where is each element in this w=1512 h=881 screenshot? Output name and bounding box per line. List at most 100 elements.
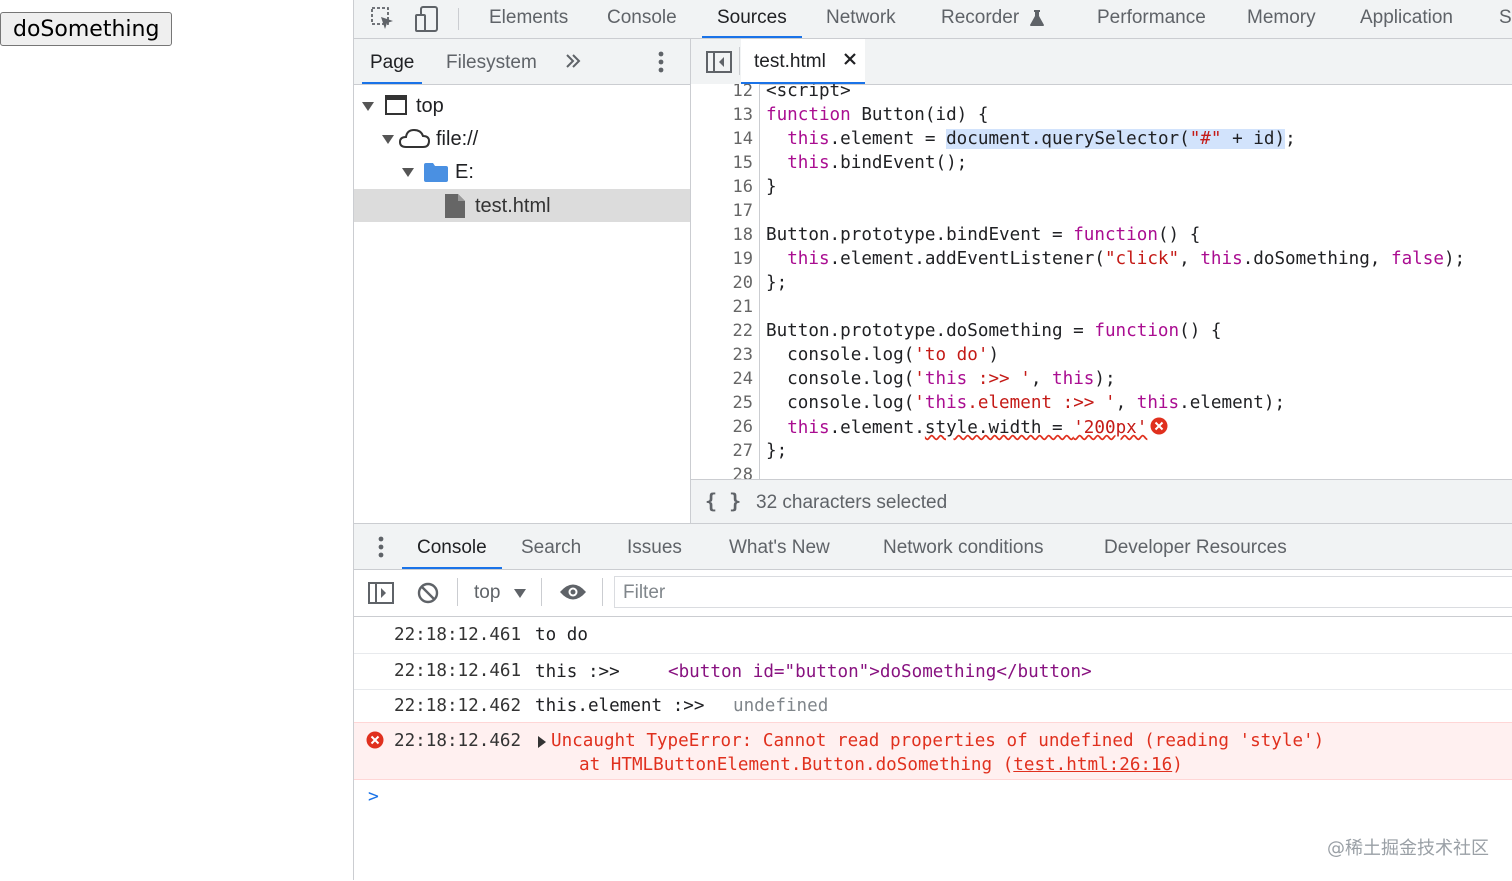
line-number[interactable]: 25 [733, 393, 753, 413]
tab-recorder[interactable]: Recorder [941, 0, 1019, 38]
folder-icon [424, 163, 448, 188]
code-lines[interactable]: <script> function Button(id) { this.eleme… [766, 84, 1512, 479]
toggle-navigator-icon[interactable] [706, 51, 732, 78]
tab-memory[interactable]: Memory [1247, 0, 1316, 38]
tab-network[interactable]: Network [826, 0, 896, 38]
tab-performance[interactable]: Performance [1097, 0, 1206, 38]
clear-console-icon[interactable] [417, 582, 439, 609]
code-line: function Button(id) { [766, 105, 989, 125]
expand-arrow-icon[interactable] [402, 168, 414, 177]
drawer-tab-issues[interactable]: Issues [627, 524, 682, 569]
tree-item-label: top [416, 95, 444, 117]
line-number[interactable]: 18 [733, 225, 753, 245]
more-options-icon[interactable] [658, 51, 664, 78]
line-number[interactable]: 17 [733, 201, 753, 221]
flask-icon [1029, 9, 1045, 32]
code-line: this.bindEvent(); [787, 153, 968, 173]
line-number[interactable]: 23 [733, 345, 753, 365]
code-editor: test.html 12 13 14 15 16 17 18 19 20 21 22 23 24 25 26… [691, 39, 1512, 524]
line-number-gutter: 12 13 14 15 16 17 18 19 20 21 22 23 24 25 26 27 28 [691, 84, 760, 479]
devtools-panel: Elements Console Sources Network Recorde… [353, 0, 1512, 881]
code-line: }; [766, 441, 788, 461]
line-number[interactable]: 15 [733, 153, 753, 173]
eye-icon[interactable] [559, 583, 587, 606]
toggle-sidebar-icon[interactable] [368, 582, 394, 609]
message-timestamp: 22:18:12.461 [394, 661, 522, 681]
separator [541, 578, 542, 606]
tab-sources[interactable]: Sources [702, 0, 802, 38]
more-tabs-icon[interactable] [564, 52, 582, 75]
line-number[interactable]: 21 [733, 297, 753, 317]
drawer-menu-icon[interactable] [378, 536, 384, 563]
tab-security[interactable]: Se [1499, 0, 1512, 38]
drawer-tab-bar: Console Search Issues What's New Network… [354, 524, 1512, 570]
inspect-element-icon[interactable] [370, 6, 396, 37]
stack-prefix: at HTMLButtonElement.Button.doSomething … [579, 755, 1014, 775]
message-text: this :>> [535, 662, 620, 682]
expand-arrow-icon[interactable] [382, 135, 394, 144]
do-something-button[interactable]: doSomething [0, 12, 173, 46]
device-toolbar-icon[interactable] [414, 5, 440, 38]
line-number[interactable]: 24 [733, 369, 753, 389]
drawer-tab-developer-resources[interactable]: Developer Resources [1104, 524, 1287, 569]
code-line: this.element.addEventListener("click", t… [787, 249, 1466, 269]
console-message: 22:18:12.462 this.element :>> undefined [354, 690, 1512, 723]
line-number[interactable]: 14 [733, 129, 753, 149]
code-line: Button.prototype.bindEvent = function() … [766, 225, 1201, 245]
tree-item-label: E: [455, 161, 474, 183]
tree-item-top[interactable]: top [354, 90, 690, 123]
code-line: } [766, 177, 777, 197]
line-number[interactable]: 22 [733, 321, 753, 341]
tab-console[interactable]: Console [607, 0, 677, 38]
console-message: 22:18:12.461 to do [354, 617, 1512, 654]
message-text: to do [535, 625, 588, 645]
line-number[interactable]: 13 [733, 105, 753, 125]
message-timestamp: 22:18:12.462 [394, 696, 522, 716]
file-icon [445, 194, 465, 224]
error-stack: at HTMLButtonElement.Button.doSomething … [579, 755, 1183, 775]
cloud-icon [398, 128, 431, 155]
code-line: console.log('this :>> ', this); [766, 369, 1116, 389]
console-drawer: Console Search Issues What's New Network… [354, 523, 1512, 881]
expand-arrow-icon[interactable] [362, 102, 374, 111]
console-message: 22:18:12.461 this :>> <button id="button… [354, 654, 1512, 690]
console-prompt[interactable]: > [368, 786, 379, 807]
line-number[interactable]: 28 [733, 465, 753, 479]
tab-elements[interactable]: Elements [489, 0, 568, 38]
main-tab-bar: Elements Console Sources Network Recorde… [354, 0, 1512, 39]
editor-tab-bar: test.html [691, 39, 1512, 85]
separator [739, 47, 740, 75]
tree-item-file[interactable]: test.html [354, 189, 690, 222]
error-text: Uncaught TypeError: Cannot read properti… [551, 731, 1325, 751]
tab-page[interactable]: Page [362, 39, 423, 84]
expand-arrow-icon[interactable] [538, 736, 546, 748]
line-number[interactable]: 20 [733, 273, 753, 293]
separator [457, 578, 458, 606]
error-icon[interactable] [1150, 417, 1168, 438]
watermark: @稀土掘金技术社区 [1327, 838, 1489, 859]
line-number[interactable]: 19 [733, 249, 753, 269]
separator [458, 8, 459, 30]
drawer-tab-whats-new[interactable]: What's New [729, 524, 830, 569]
pretty-print-icon[interactable]: { } [705, 489, 741, 513]
drawer-tab-network-conditions[interactable]: Network conditions [883, 524, 1044, 569]
tree-item-origin[interactable]: file:// [354, 123, 690, 156]
line-number[interactable]: 27 [733, 441, 753, 461]
drawer-tab-console[interactable]: Console [402, 524, 502, 569]
console-error-message: 22:18:12.462 Uncaught TypeError: Cannot … [354, 722, 1512, 780]
tab-application[interactable]: Application [1360, 0, 1453, 38]
close-icon[interactable] [843, 52, 857, 71]
line-number[interactable]: 16 [733, 177, 753, 197]
filter-input[interactable]: Filter [614, 576, 1512, 608]
element-node-value[interactable]: <button id="button">doSomething</button> [668, 662, 1092, 682]
editor-tab-test-html[interactable]: test.html [741, 39, 865, 84]
line-number[interactable]: 26 [733, 417, 753, 437]
context-label: top [474, 582, 501, 603]
drawer-tab-search[interactable]: Search [521, 524, 581, 569]
line-number[interactable]: 12 [733, 84, 753, 101]
message-timestamp: 22:18:12.462 [394, 731, 522, 751]
source-link[interactable]: test.html:26:16 [1013, 755, 1172, 775]
file-navigator: Page Filesystem top file:// E: test.html [354, 39, 691, 523]
tree-item-folder[interactable]: E: [354, 156, 690, 189]
tab-filesystem[interactable]: Filesystem [446, 39, 537, 84]
